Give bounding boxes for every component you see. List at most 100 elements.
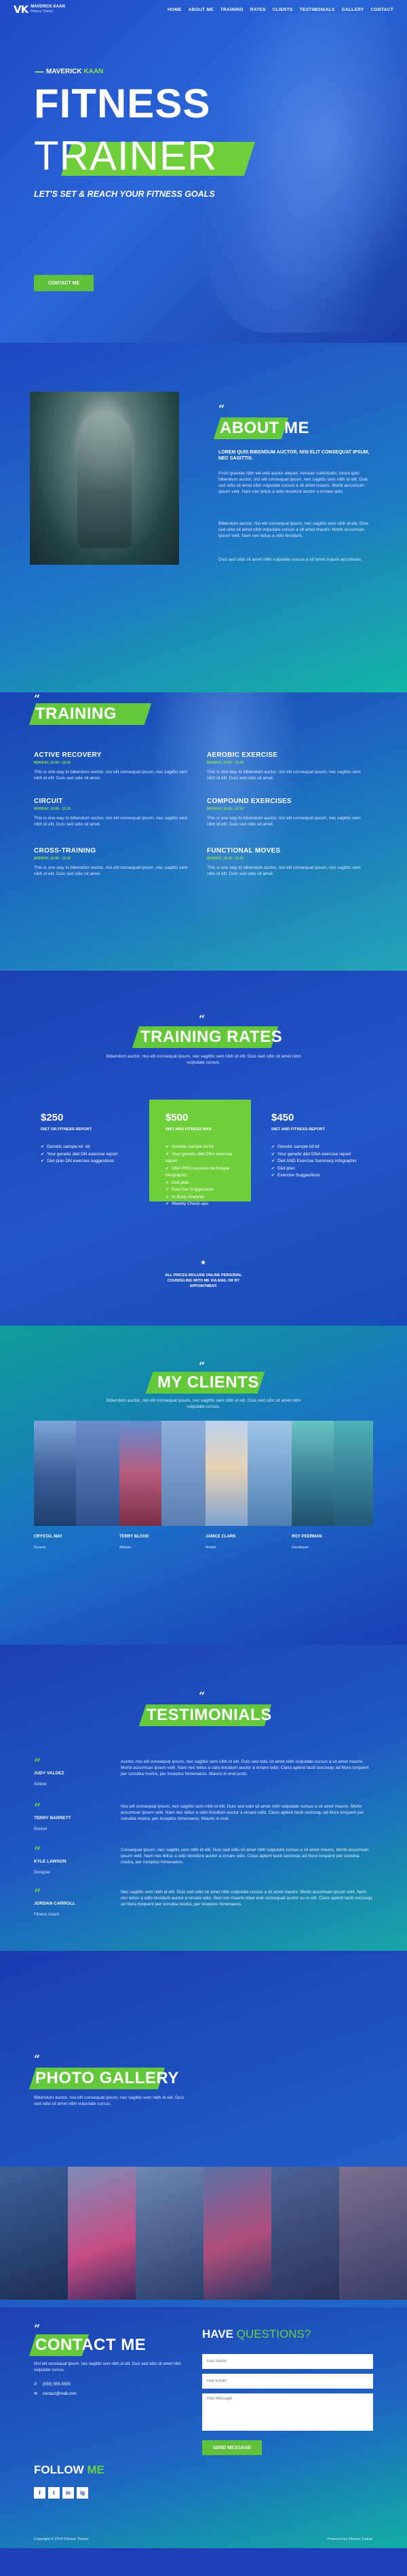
rate-plan-basic[interactable]: $250 DIET OR FITNESS REPORT Genetic samp… [41, 1112, 142, 1165]
logo[interactable]: VK MAVERICK KAAN Fitness Trainer [14, 3, 65, 16]
nav-gallery[interactable]: GALLERY [342, 7, 364, 12]
client-photo-gap [76, 1421, 119, 1526]
training-item-desc: This is one way to bibendum auctor, nisi… [207, 865, 361, 876]
training-item-desc: This is one way to bibendum auctor, nisi… [34, 770, 188, 781]
hero-tagline: LET'S SET & REACH YOUR FITNESS GOALS [34, 189, 215, 199]
contact-phone[interactable]: ✆ (555) 555-5555 [34, 2382, 71, 2387]
gallery-image[interactable] [0, 2167, 68, 2300]
client-name: CRYSTAL MAY [34, 1535, 63, 1539]
client-photo-gap [161, 1421, 206, 1526]
client-card[interactable]: CRYSTAL MAY Runner [34, 1421, 76, 1550]
rate-name: DIET AND FITNESS MAX [166, 1127, 212, 1132]
client-photo [206, 1421, 248, 1526]
gallery-image[interactable] [204, 2167, 271, 2300]
testimonials-quote-icon: “ [199, 1690, 206, 1702]
rate-features: Genetic sample kit kit Your genetic diet… [271, 1144, 373, 1180]
twitter-icon[interactable]: t [48, 2487, 60, 2499]
rate-price: $250 [41, 1112, 64, 1123]
gallery-title: PHOTO GALLERY [35, 2069, 179, 2087]
rate-price: $500 [166, 1112, 189, 1123]
training-item[interactable]: AEROBIC EXERCISE MONDAY, 10:00 - 12:30 T… [207, 751, 370, 781]
gallery-image[interactable] [136, 2167, 204, 2300]
message-field[interactable] [202, 2393, 373, 2431]
client-photo-gap [248, 1421, 292, 1526]
facebook-icon[interactable]: f [34, 2487, 45, 2499]
logo-text: MAVERICK KAAN Fitness Trainer [31, 5, 65, 14]
gallery-quote-icon: “ [34, 2053, 41, 2066]
nav-clients[interactable]: CLIENTS [273, 7, 293, 12]
client-name: JANICE CLARK [206, 1535, 236, 1539]
linkedin-icon[interactable]: in [62, 2487, 74, 2499]
contact-title: CONTACT ME [35, 2336, 147, 2354]
training-title: TRAINING [35, 705, 117, 723]
training-item-date: MONDAY, 10:00 - 12:30 [207, 761, 244, 765]
client-photo [119, 1421, 161, 1526]
client-card[interactable]: TERRY BLOOD Athlete [119, 1421, 161, 1550]
nav-rates[interactable]: RATES [250, 7, 266, 12]
gallery-strip [0, 2167, 407, 2300]
send-message-button[interactable]: SEND MESSAGE [202, 2440, 262, 2455]
about-quote-icon: “ [218, 403, 225, 415]
rate-features: Genetic sample kit kit Your genetic diet… [41, 1144, 142, 1165]
footer: Copyright © 2024 Fitness Trainer Powered… [0, 2530, 407, 2548]
rate-name: DIET AND FITNESS REPORT [271, 1127, 326, 1132]
training-section: “ TRAINING ACTIVE RECOVERY MONDAY, 10:00… [0, 692, 407, 971]
training-item-date: MONDAY, 10:00 - 12:30 [34, 761, 71, 765]
contact-me-button[interactable]: CONTACT ME [34, 275, 94, 291]
rates-section: “ TRAINING RATES Bibendum auctor, nisi e… [0, 971, 407, 1326]
testimonial: “ TERRY BARRETT Runner Nisi elit consequ… [34, 1802, 373, 1832]
follow-title-hl: ME [87, 2463, 104, 2476]
testimonial: “ JUDY VALDEZ Athlete Auctor, nisi elit … [34, 1757, 373, 1787]
training-item[interactable]: ACTIVE RECOVERY MONDAY, 10:00 - 12:30 Th… [34, 751, 197, 781]
contact-email-text: contact@mail.com [43, 2391, 77, 2396]
rate-features: Genetic sample kit kit Your genetic diet… [166, 1144, 235, 1208]
nav-home[interactable]: HOME [168, 7, 182, 12]
training-item-name: AEROBIC EXERCISE [207, 751, 278, 759]
gallery-image[interactable] [68, 2167, 136, 2300]
nav-testimonials[interactable]: TESTIMONIALS [300, 7, 335, 12]
testimonials-section: “ TESTIMONIALS “ JUDY VALDEZ Athlete Auc… [0, 1645, 407, 1951]
rate-plan-report[interactable]: $450 DIET AND FITNESS REPORT Genetic sam… [271, 1112, 373, 1180]
copyright: Copyright © 2024 Fitness Trainer [34, 2537, 89, 2541]
rate-feature: Weekly Check-ups [166, 1201, 235, 1208]
rate-feature: Diet plan DN exercise suggestions [41, 1158, 142, 1165]
hero-title-1: FITNESS [34, 81, 211, 126]
nav-training[interactable]: TRAINING [220, 7, 244, 12]
gallery-section: “ PHOTO GALLERY Bibendum auctor, nisi el… [0, 1951, 407, 2307]
training-item[interactable]: COMPOUND EXERCISES MONDAY, 10:00 - 12:30… [207, 798, 370, 827]
name-field[interactable] [202, 2354, 373, 2369]
testimonial-text: Consequat ipsum, nec sagittis sem nibh i… [121, 1848, 369, 1865]
rate-name: DIET OR FITNESS REPORT [41, 1127, 92, 1132]
email-field[interactable] [202, 2374, 373, 2389]
about-lead: LOREM QUIS BIBENDUM AUCTOR, NISI ELIT CO… [218, 450, 370, 461]
logo-sub: Fitness Trainer [31, 10, 54, 14]
client-role: Developer [292, 1546, 309, 1550]
training-item[interactable]: CROSS-TRAINING MONDAY, 10:00 - 12:30 Thi… [34, 847, 197, 877]
client-card[interactable]: JANICE CLARK Model [206, 1421, 248, 1550]
rate-feature: DNA PRO exercise technique infographic [166, 1165, 235, 1180]
gallery-image[interactable] [271, 2167, 339, 2300]
hero-name-last: KAAN [83, 68, 104, 75]
training-item-date: MONDAY, 10:00 - 12:30 [207, 857, 244, 861]
contact-email[interactable]: ✉ contact@mail.com [34, 2391, 77, 2397]
client-photo [292, 1421, 334, 1526]
training-item[interactable]: FUNCTIONAL MOVES MONDAY, 10:00 - 12:30 T… [207, 847, 370, 877]
client-card[interactable]: ROY PEERMAN Developer [292, 1421, 334, 1550]
about-photo-figure [77, 412, 132, 548]
rate-plan-max[interactable]: $500 DIET AND FITNESS MAX Genetic sample… [149, 1100, 251, 1206]
instagram-icon[interactable]: ig [77, 2487, 88, 2499]
rate-feature: Diet plan [271, 1165, 373, 1173]
contact-description: Nisi elit consequat ipsum, nec sagittis … [34, 2362, 181, 2372]
testimonial-role: Athlete [34, 1782, 47, 1787]
training-item[interactable]: CIRCUIT MONDAY, 10:00 - 12:30 This is on… [34, 798, 197, 827]
rate-feature: Genetic sample kit kit [271, 1144, 373, 1151]
nav-about[interactable]: ABOUT ME [189, 7, 214, 12]
client-role: Athlete [119, 1546, 132, 1550]
nav-contact[interactable]: CONTACT [371, 7, 393, 12]
clients-quote-icon: “ [199, 1360, 206, 1373]
gallery-image[interactable] [339, 2167, 407, 2300]
questions-title-hl: QUESTIONS? [236, 2328, 311, 2340]
hero-name: MAVERICK KAAN [35, 68, 104, 75]
logo-mark: VK [14, 3, 28, 16]
client-photo-gap [334, 1421, 373, 1526]
